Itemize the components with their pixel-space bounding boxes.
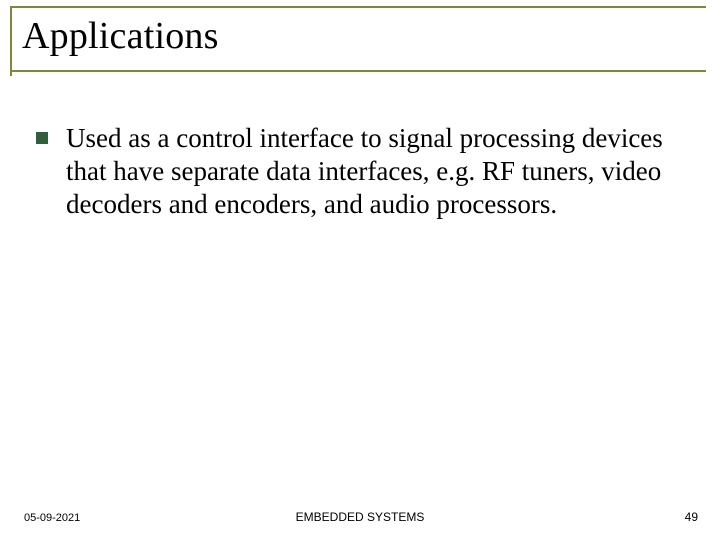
footer-page-number: 49	[685, 510, 698, 524]
bullet-text: Used as a control interface to signal pr…	[66, 122, 686, 221]
bullet-item: Used as a control interface to signal pr…	[36, 122, 686, 221]
slide-title: Applications	[22, 14, 219, 58]
rule-left	[10, 6, 12, 76]
square-bullet-icon	[36, 132, 48, 144]
rule-top	[10, 6, 706, 8]
slide: Applications Used as a control interface…	[0, 0, 720, 540]
footer-center: EMBEDDED SYSTEMS	[0, 510, 720, 524]
slide-body: Used as a control interface to signal pr…	[36, 122, 686, 221]
rule-under-title	[10, 70, 706, 72]
slide-footer: 05-09-2021 EMBEDDED SYSTEMS 49	[0, 504, 720, 524]
